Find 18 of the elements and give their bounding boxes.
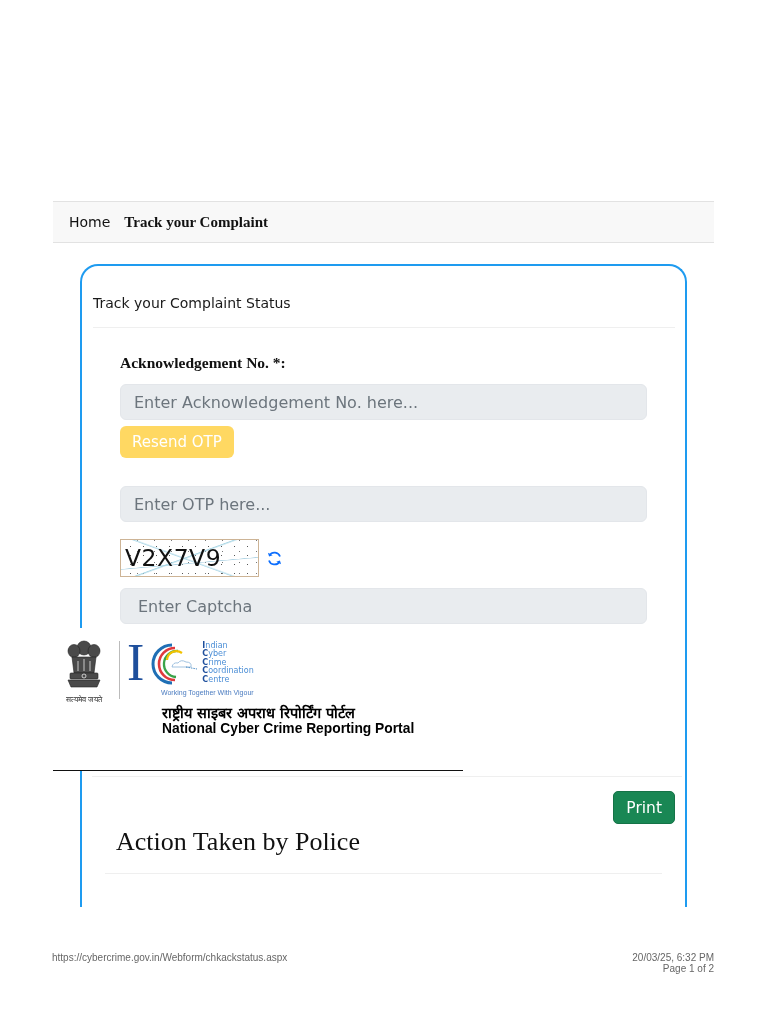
- portal-title-hindi: राष्ट्रीय साइबर अपराध रिपोर्टिंग पोर्टल: [162, 705, 356, 721]
- section-title: Action Taken by Police: [116, 827, 361, 857]
- captcha-image: V2X7V9: [120, 539, 259, 577]
- centre-name: Indian Cyber Crime Coordination Centre: [202, 641, 254, 685]
- nav-link[interactable]: Track your Complaint: [124, 213, 268, 231]
- page-url: https://cybercrime.gov.in/Webform/chkackstatus.aspx: [52, 952, 288, 963]
- page-number: Page 1 of 2: [662, 963, 714, 974]
- captcha-field[interactable]: Enter Captcha: [120, 588, 647, 624]
- portal-title: National Cyber Crime Reporting Portal: [162, 721, 416, 736]
- otp-field[interactable]: Enter OTP here...: [120, 486, 647, 522]
- acknowledgement-field[interactable]: Enter Acknowledgement No. here...: [120, 384, 647, 420]
- card-title: Track your Complaint Status: [93, 294, 292, 313]
- nav-link[interactable]: Home: [69, 214, 111, 230]
- print-button[interactable]: Print: [613, 791, 675, 824]
- logo-letter: I: [127, 639, 145, 687]
- print-datetime: 20/03/25, 6:32 PM: [632, 952, 714, 963]
- field-label: Acknowledgement No. *:: [120, 353, 287, 373]
- refresh-icon[interactable]: [266, 549, 283, 567]
